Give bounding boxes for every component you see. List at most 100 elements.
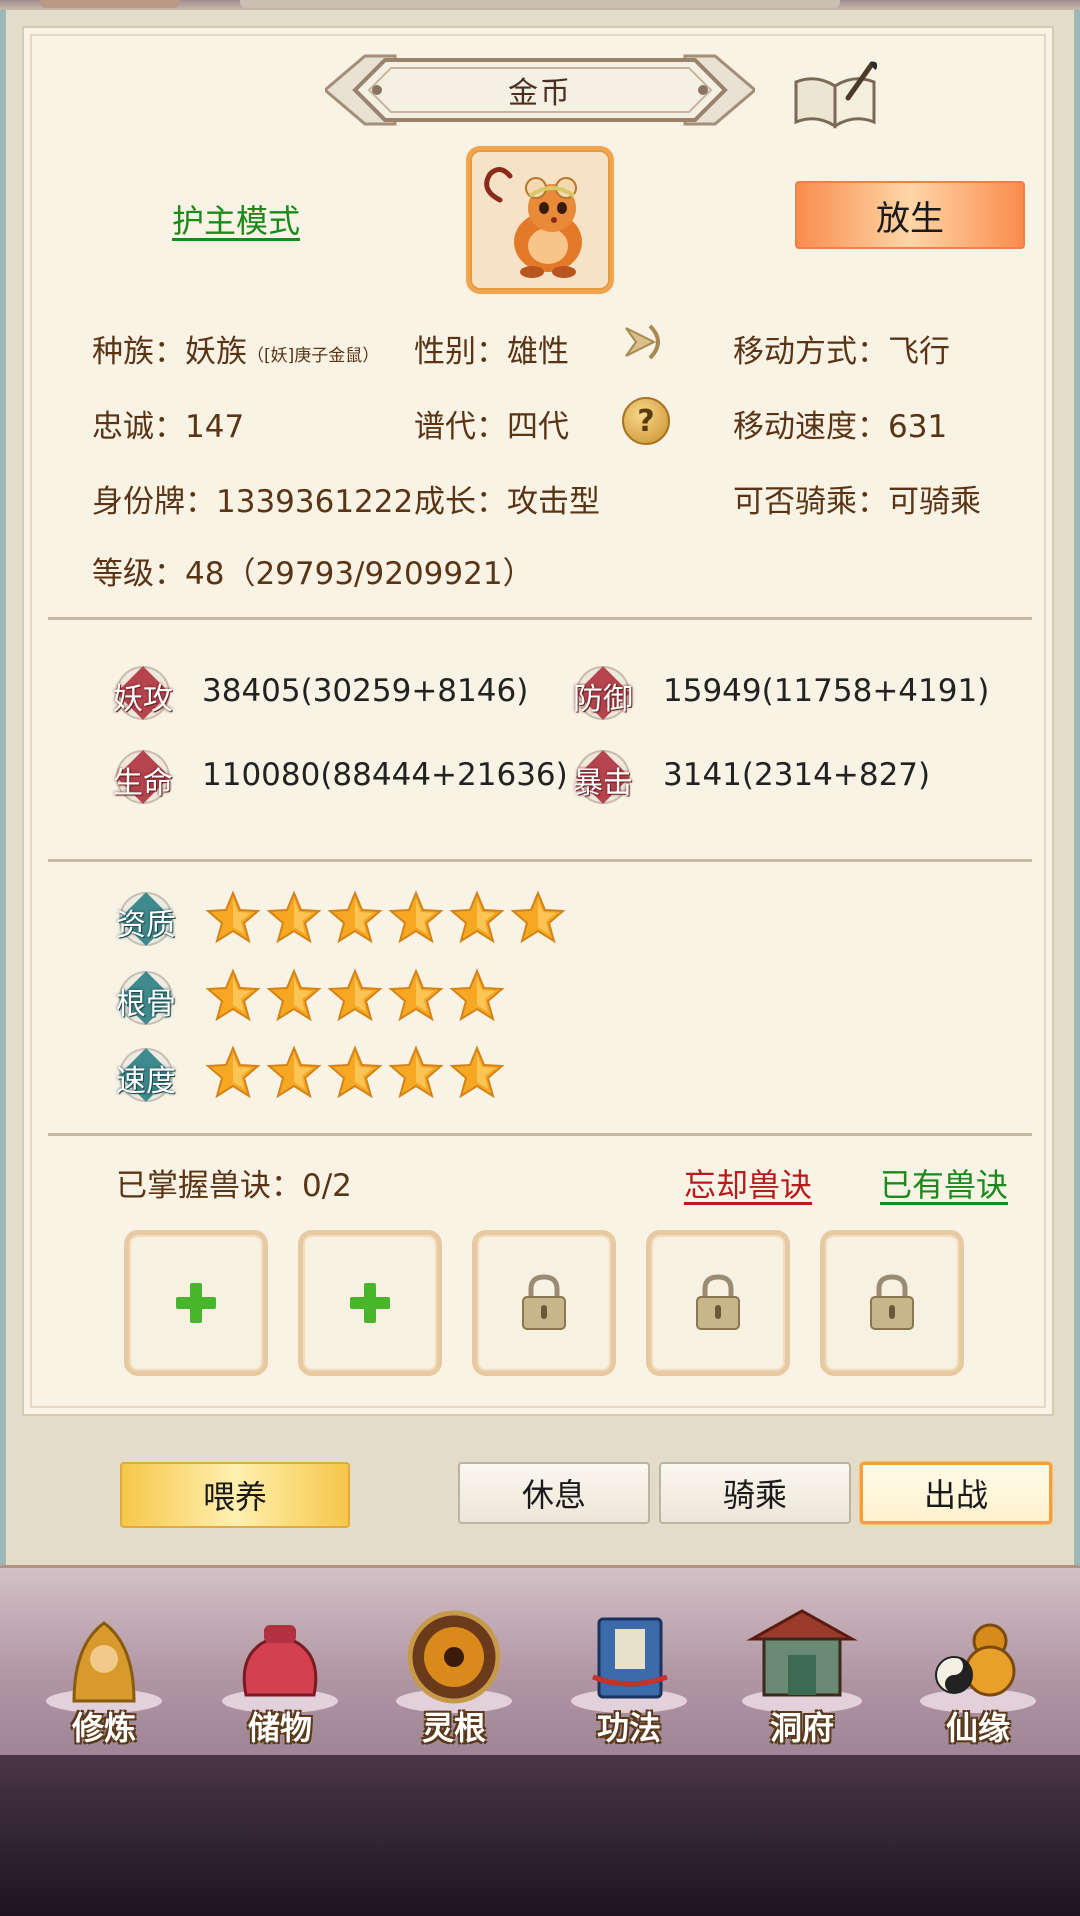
loyalty-value: 147 — [185, 409, 245, 445]
nav-fate[interactable]: 仙缘 — [908, 1605, 1048, 1747]
skill-count-label: 已掌握兽诀：0/2 — [116, 1168, 352, 1204]
book-quill-icon[interactable] — [790, 58, 880, 130]
speed-badge: 速度 — [115, 1044, 177, 1106]
move-mode-row: 移动方式：飞行 — [733, 326, 950, 371]
star-icon — [388, 890, 444, 946]
generation-value: 四代 — [507, 409, 569, 445]
triskelion-icon — [396, 1610, 512, 1713]
hp-badge: 生命 — [112, 746, 174, 808]
crit-badge: 暴击 — [572, 746, 634, 808]
guard-mode-link[interactable]: 护主模式 — [172, 196, 300, 242]
star-icon — [205, 1045, 261, 1101]
nav-fate-label: 仙缘 — [945, 1709, 1010, 1747]
level-label: 等级： — [92, 556, 185, 592]
nav-cave[interactable]: 洞府 — [732, 1605, 872, 1747]
id-row: 身份牌：1339361222 — [92, 476, 413, 521]
gender-value: 雄性 — [507, 334, 569, 370]
nav-techniques[interactable]: 功法 — [559, 1605, 699, 1747]
race-detail: （[妖]庚子金鼠） — [247, 346, 380, 366]
meditating-monk-icon — [46, 1621, 162, 1713]
pouch-icon — [222, 1625, 338, 1713]
star-icon — [266, 1045, 322, 1101]
bottom-background — [0, 1755, 1080, 1916]
skill-slot-locked[interactable] — [472, 1230, 616, 1376]
skill-slot-add[interactable] — [124, 1230, 268, 1376]
skill-slot-locked[interactable] — [820, 1230, 964, 1376]
talent-label: 资质 — [116, 908, 176, 943]
race-label: 种族： — [92, 334, 185, 370]
star-icon — [388, 1045, 444, 1101]
nav-spirit-root-label: 灵根 — [421, 1709, 486, 1747]
move-mode-label: 移动方式： — [733, 334, 888, 370]
skill-slot-add[interactable] — [298, 1230, 442, 1376]
star-icon — [327, 890, 383, 946]
ride-label: 可否骑乘： — [733, 484, 888, 520]
nav-techniques-label: 功法 — [596, 1709, 661, 1747]
ride-value: 可骑乘 — [888, 484, 981, 520]
attack-value: 38405(30259+8146) — [202, 673, 529, 709]
rat-pet-icon — [484, 167, 582, 278]
hp-label: 生命 — [113, 766, 173, 801]
move-speed-value: 631 — [888, 409, 948, 445]
help-question-icon[interactable]: ? — [622, 397, 670, 445]
star-icon — [327, 968, 383, 1024]
plus-icon — [176, 1283, 216, 1323]
talent-badge: 资质 — [115, 888, 177, 950]
skill-slot-locked[interactable] — [646, 1230, 790, 1376]
bone-label: 根骨 — [116, 987, 176, 1022]
feed-button[interactable]: 喂养 — [120, 1462, 350, 1528]
crit-value: 3141(2314+827) — [663, 757, 931, 793]
nav-storage-label: 储物 — [247, 1709, 312, 1747]
release-button[interactable]: 放生 — [795, 181, 1025, 249]
male-symbol-icon — [620, 318, 668, 366]
star-icon — [510, 890, 566, 946]
star-icon — [266, 968, 322, 1024]
owned-skills-link[interactable]: 已有兽诀 — [880, 1160, 1008, 1206]
ride-row: 可否骑乘：可骑乘 — [733, 476, 981, 521]
nav-cave-label: 洞府 — [769, 1709, 834, 1747]
loyalty-label: 忠诚： — [92, 409, 185, 445]
divider — [48, 859, 1032, 862]
level-value: 48（29793/9209921） — [185, 556, 534, 592]
star-icon — [205, 890, 261, 946]
bone-badge: 根骨 — [115, 967, 177, 1029]
nav-cultivate[interactable]: 修炼 — [34, 1605, 174, 1747]
scripture-book-icon — [571, 1617, 687, 1713]
star-icon — [449, 968, 505, 1024]
growth-row: 成长：攻击型 — [414, 476, 600, 521]
generation-row: 谱代：四代 — [414, 401, 569, 446]
star-icon — [388, 968, 444, 1024]
nav-storage[interactable]: 储物 — [210, 1605, 350, 1747]
gender-row: 性别：雄性 — [414, 326, 569, 371]
ride-button[interactable]: 骑乘 — [659, 1462, 851, 1524]
pet-portrait[interactable] — [466, 146, 614, 294]
id-value: 1339361222 — [216, 484, 414, 520]
page-title: 金币 — [508, 76, 572, 111]
gourd-yinyang-icon — [920, 1623, 1036, 1713]
pavilion-icon — [742, 1609, 862, 1713]
star-icon — [327, 1045, 383, 1101]
move-mode-value: 飞行 — [888, 334, 950, 370]
lock-icon — [870, 1274, 914, 1330]
star-icon — [449, 890, 505, 946]
divider — [48, 1133, 1032, 1136]
star-icon — [266, 890, 322, 946]
forget-skill-link[interactable]: 忘却兽诀 — [684, 1160, 812, 1206]
battle-button[interactable]: 出战 — [860, 1462, 1052, 1524]
star-icon — [449, 1045, 505, 1101]
rest-button[interactable]: 休息 — [458, 1462, 650, 1524]
defense-value: 15949(11758+4191) — [663, 673, 990, 709]
nav-spirit-root[interactable]: 灵根 — [384, 1605, 524, 1747]
move-speed-row: 移动速度：631 — [733, 401, 947, 446]
defense-label: 防御 — [573, 682, 633, 717]
crit-label: 暴击 — [573, 766, 633, 801]
level-row: 等级：48（29793/9209921） — [92, 548, 534, 593]
race-value: 妖族 — [185, 334, 247, 370]
title-banner: 金币 — [322, 50, 758, 130]
speed-label: 速度 — [116, 1064, 176, 1099]
id-label: 身份牌： — [92, 484, 216, 520]
defense-badge: 防御 — [572, 662, 634, 724]
lock-icon — [522, 1274, 566, 1330]
star-icon — [205, 968, 261, 1024]
plus-icon — [350, 1283, 390, 1323]
